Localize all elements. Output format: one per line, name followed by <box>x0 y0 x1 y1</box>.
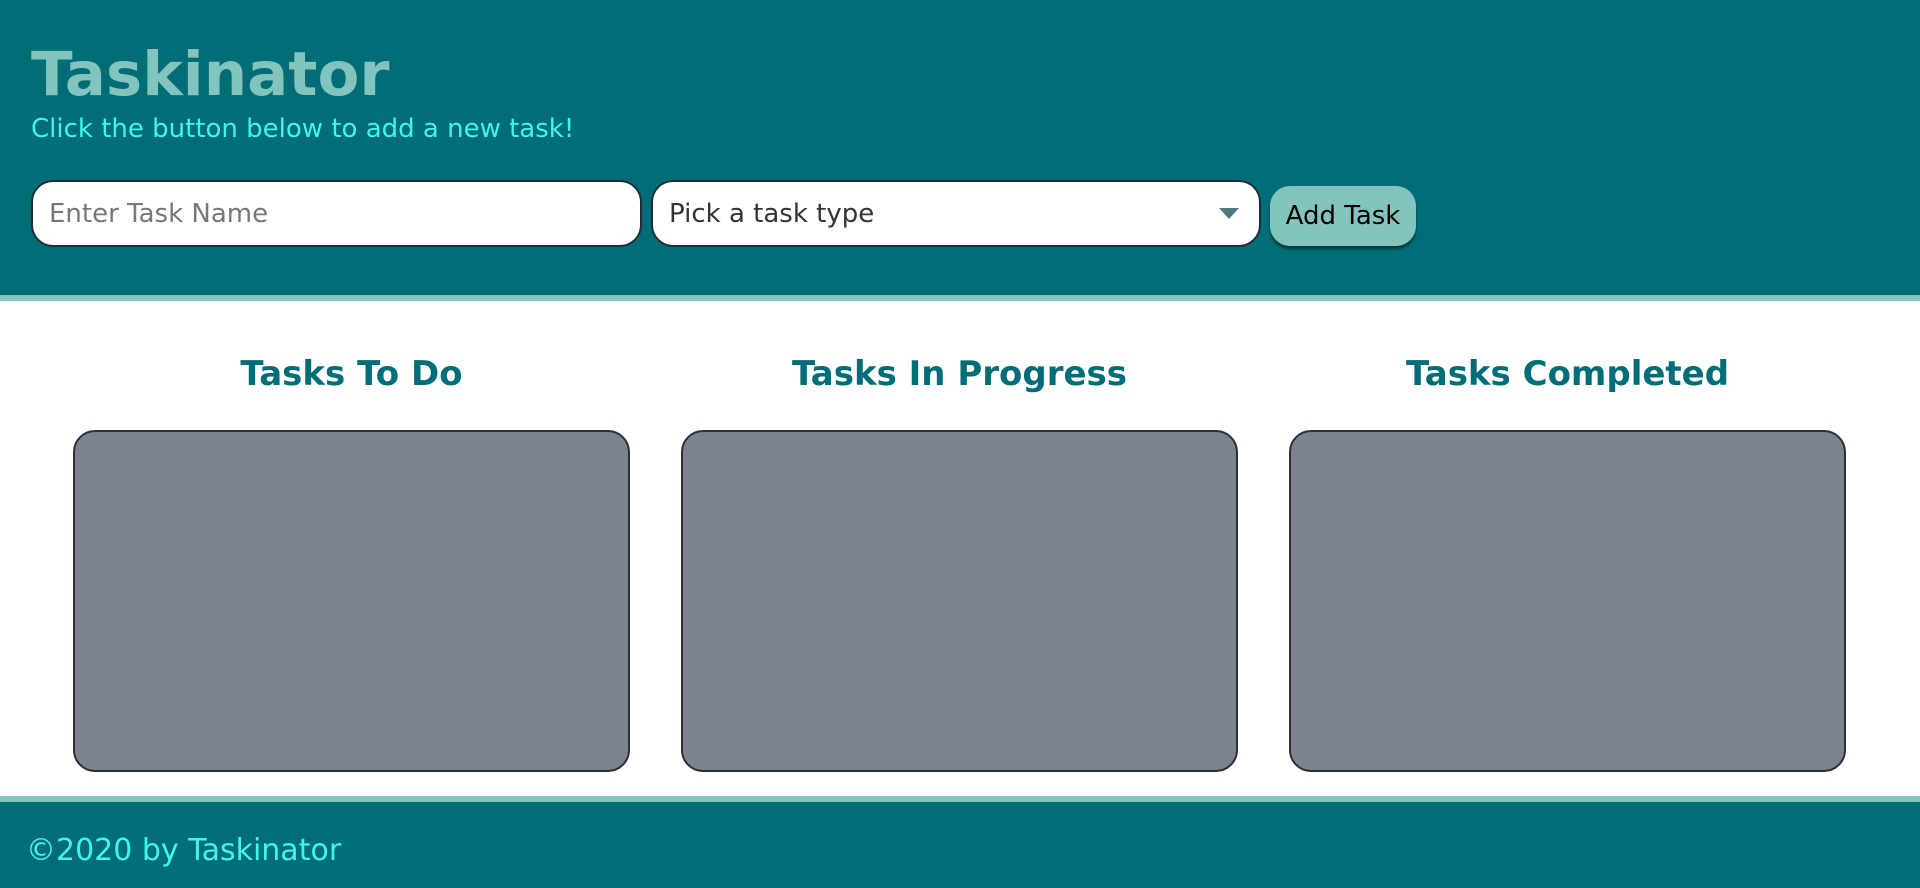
column-tasks-in-progress: Tasks In Progress <box>681 350 1238 772</box>
column-heading: Tasks To Do <box>240 354 463 394</box>
column-tasks-completed: Tasks Completed <box>1289 350 1846 772</box>
task-type-select[interactable]: Pick a task type <box>651 180 1261 247</box>
column-heading: Tasks Completed <box>1405 354 1730 394</box>
task-list-in-progress[interactable] <box>681 430 1238 772</box>
column-heading: Tasks In Progress <box>791 354 1128 394</box>
add-task-button[interactable]: Add Task <box>1270 186 1416 246</box>
task-type-selected-value: Pick a task type <box>669 198 875 229</box>
page-header: Taskinator Click the button below to add… <box>0 0 1920 301</box>
chevron-down-icon <box>1219 208 1239 219</box>
task-list-completed[interactable] <box>1289 430 1846 772</box>
copyright-text: ©2020 by Taskinator <box>26 833 342 868</box>
page-footer: ©2020 by Taskinator <box>0 796 1920 888</box>
app-title: Taskinator <box>31 39 390 110</box>
task-name-input[interactable] <box>31 180 642 247</box>
page-subtitle: Click the button below to add a new task… <box>31 114 575 144</box>
task-list-to-do[interactable] <box>73 430 630 772</box>
column-tasks-to-do: Tasks To Do <box>73 350 630 772</box>
